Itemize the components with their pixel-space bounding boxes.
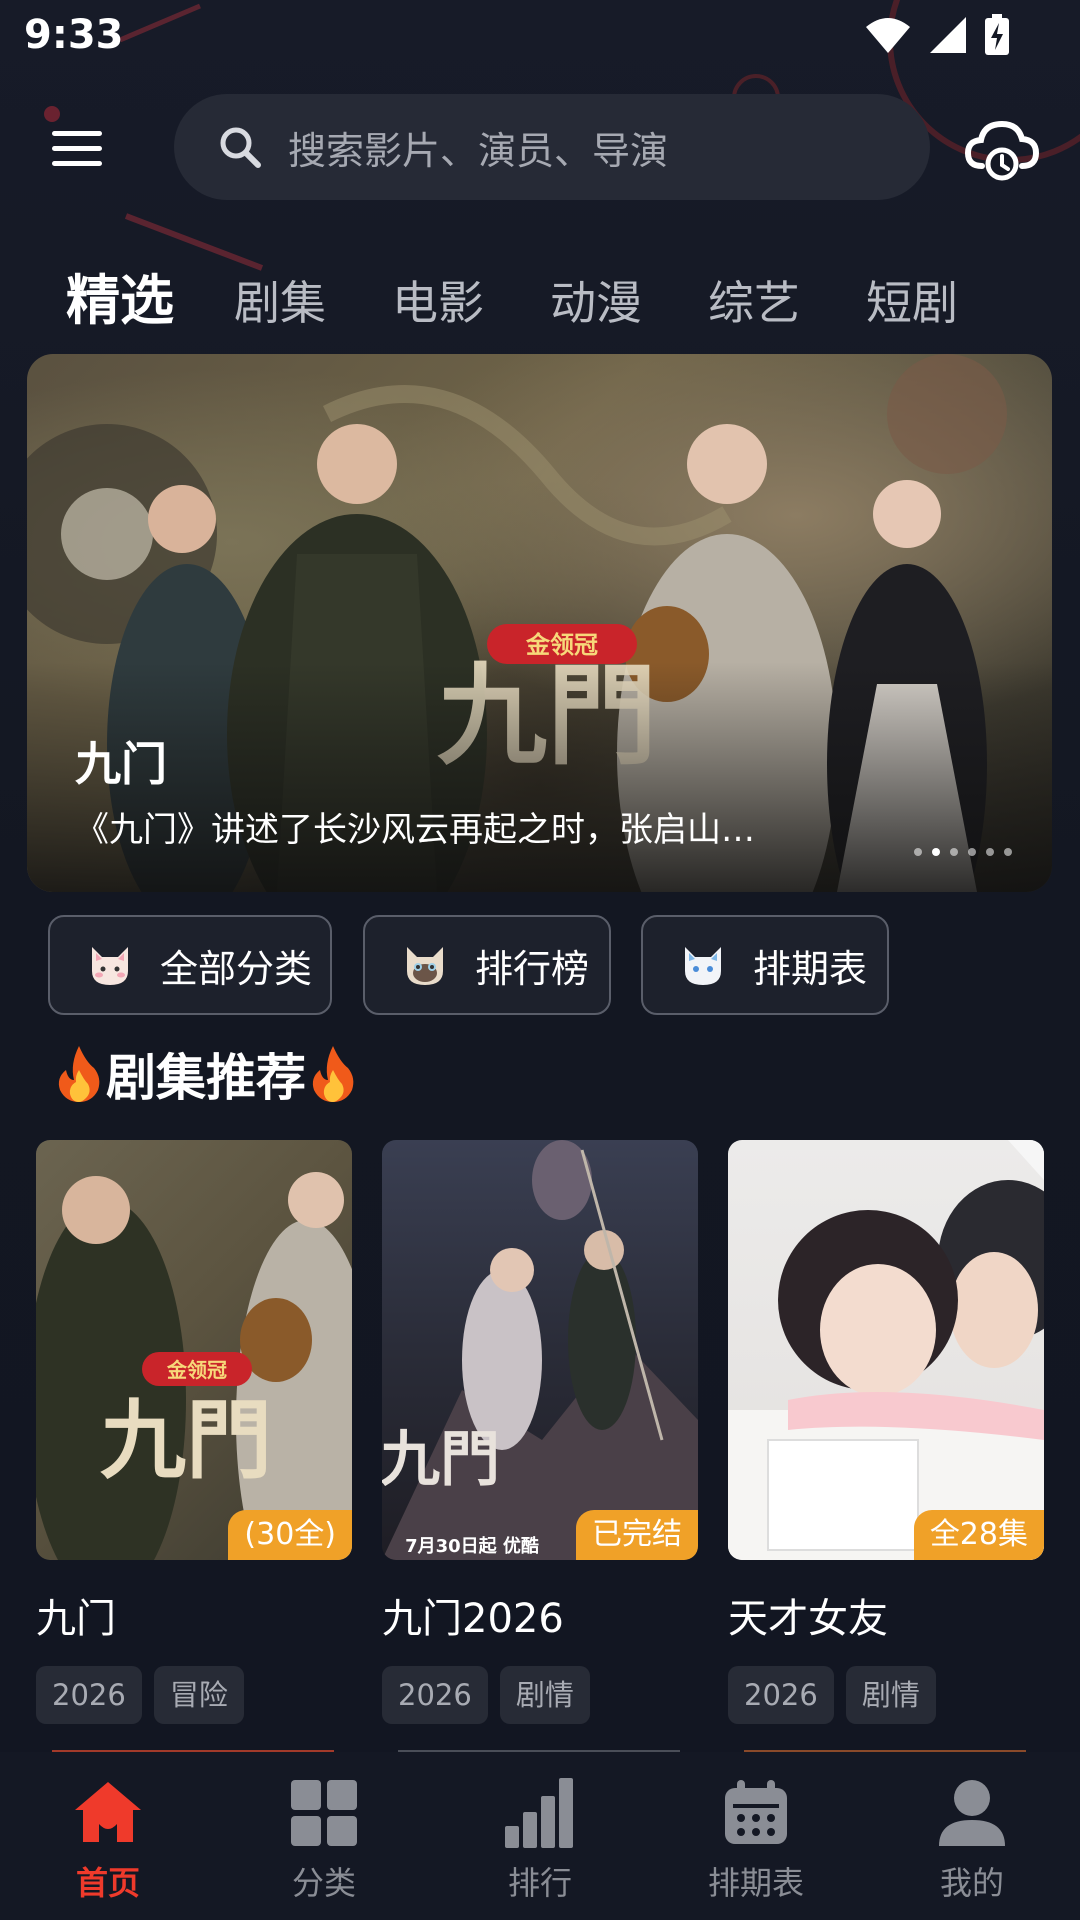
- status-bar: 9:33: [0, 0, 1080, 70]
- tab-movies[interactable]: 电影: [392, 267, 484, 333]
- genre-tag: 剧情: [499, 1666, 590, 1724]
- genre-tag: 剧情: [845, 1666, 936, 1724]
- banner-pagination: [914, 848, 1012, 856]
- hamburger-icon-line: [52, 145, 102, 151]
- nav-ranking-label: 排行: [507, 1864, 572, 1902]
- card-poster[interactable]: 全28集: [728, 1140, 1044, 1560]
- media-card[interactable]: 全28集 天才女友 2026 剧情: [728, 1140, 1044, 1724]
- episode-badge: 全28集: [913, 1510, 1044, 1560]
- cloud-history-icon[interactable]: [962, 108, 1042, 188]
- media-card[interactable]: 金领冠 九門 (30全) 九门 2026 冒险: [36, 1140, 352, 1724]
- nav-categories-label: 分类: [291, 1864, 356, 1902]
- white-cat-icon: [685, 947, 721, 985]
- card-title: 九门: [36, 1596, 116, 1642]
- home-icon: [75, 1782, 141, 1842]
- bottom-navigation: 首页 分类 排行 排期表 我的: [0, 1752, 1080, 1920]
- schedule-label: 排期表: [753, 946, 868, 991]
- poster-image: 金领冠 九門: [36, 1172, 352, 1560]
- hero-banner[interactable]: 金领冠 九門 九门 《九门》讲述了长沙风云再起之时，张启山…: [27, 354, 1052, 892]
- banner-description: 《九门》讲述了长沙风云再起之时，张启山…: [75, 810, 755, 850]
- poster-caption-text: 7月30日起 优酷: [405, 1535, 539, 1557]
- episode-badge: (30全): [228, 1510, 352, 1560]
- pagination-dot[interactable]: [986, 848, 994, 856]
- category-tabs: 精选 剧集 电影 动漫 综艺 短剧: [66, 256, 1024, 335]
- card-tags: 2026 剧情: [382, 1666, 698, 1724]
- ranking-label: 排行榜: [475, 946, 590, 991]
- fire-icon: [312, 1046, 354, 1102]
- bar-chart-icon: [505, 1778, 573, 1848]
- all-categories-button[interactable]: 全部分类: [48, 915, 332, 1015]
- nav-profile-label: 我的: [939, 1864, 1004, 1902]
- status-badge: 已完结: [576, 1510, 698, 1560]
- nav-ranking[interactable]: 排行: [432, 1752, 648, 1920]
- pagination-dot[interactable]: [914, 848, 922, 856]
- tab-short-drama[interactable]: 短剧: [866, 267, 958, 333]
- nav-home[interactable]: 首页: [0, 1752, 216, 1920]
- status-time: 9:33: [24, 12, 124, 58]
- fire-icon: [58, 1046, 100, 1102]
- battery-charging-icon: [985, 14, 1009, 55]
- ranking-button[interactable]: 排行榜: [363, 915, 611, 1015]
- nav-home-label: 首页: [75, 1864, 140, 1902]
- media-card[interactable]: 九門 7月30日起 优酷 已完结 九门2026 2026 剧情: [382, 1140, 698, 1724]
- card-title: 九门2026: [382, 1596, 564, 1642]
- pagination-dot[interactable]: [968, 848, 976, 856]
- card-poster[interactable]: 九門 7月30日起 优酷 已完结: [382, 1140, 698, 1560]
- hamburger-icon: [52, 130, 102, 136]
- poster-logo-text: 金领冠: [166, 1358, 227, 1382]
- year-tag: 2026: [36, 1666, 142, 1724]
- section-heading: 剧集推荐: [56, 1038, 356, 1110]
- card-title: 天才女友: [728, 1596, 888, 1642]
- year-tag: 2026: [728, 1666, 834, 1724]
- nav-profile[interactable]: 我的: [864, 1752, 1080, 1920]
- menu-button[interactable]: [52, 118, 128, 178]
- card-tags: 2026 剧情: [728, 1666, 1044, 1724]
- tab-variety[interactable]: 综艺: [708, 267, 800, 333]
- tab-series[interactable]: 剧集: [234, 267, 326, 333]
- siamese-cat-icon: [407, 947, 443, 985]
- section-title: 剧集推荐: [106, 1049, 306, 1107]
- card-tags: 2026 冒险: [36, 1666, 352, 1724]
- poster-image: 九門 7月30日起 优酷: [382, 1140, 698, 1560]
- cat-icon: [92, 947, 128, 985]
- calendar-icon: [725, 1780, 787, 1844]
- banner-gradient-overlay: [27, 662, 1052, 892]
- status-icons: [864, 14, 1010, 56]
- hamburger-icon-line: [52, 160, 102, 166]
- home-screen: 9:33 搜索影片、演员、导演 精选 剧集 电影 动漫 综艺 短剧 金领冠 九门…: [0, 0, 1080, 1920]
- search-icon: [220, 127, 261, 168]
- pagination-dot[interactable]: [950, 848, 958, 856]
- wifi-icon: [866, 18, 910, 53]
- year-tag: 2026: [382, 1666, 488, 1724]
- tab-featured[interactable]: 精选: [66, 256, 174, 335]
- user-icon: [939, 1780, 1005, 1846]
- genre-tag: 冒险: [153, 1666, 244, 1724]
- nav-schedule-label: 排期表: [707, 1864, 804, 1902]
- tab-anime[interactable]: 动漫: [550, 267, 642, 333]
- pagination-dot[interactable]: [1004, 848, 1012, 856]
- banner-title: 九门: [75, 737, 167, 791]
- grid-icon: [291, 1780, 357, 1846]
- nav-categories[interactable]: 分类: [216, 1752, 432, 1920]
- poster-image: [728, 1140, 1044, 1560]
- search-input[interactable]: 搜索影片、演员、导演: [174, 94, 930, 200]
- signal-icon: [930, 17, 966, 53]
- schedule-button[interactable]: 排期表: [641, 915, 889, 1015]
- card-poster[interactable]: 金领冠 九門 (30全): [36, 1140, 352, 1560]
- pagination-dot-active[interactable]: [932, 848, 940, 856]
- all-categories-label: 全部分类: [160, 946, 313, 991]
- nav-schedule[interactable]: 排期表: [648, 1752, 864, 1920]
- poster-title-text: 九門: [382, 1425, 500, 1495]
- poster-title-text: 九門: [100, 1390, 272, 1491]
- search-placeholder: 搜索影片、演员、导演: [288, 128, 669, 173]
